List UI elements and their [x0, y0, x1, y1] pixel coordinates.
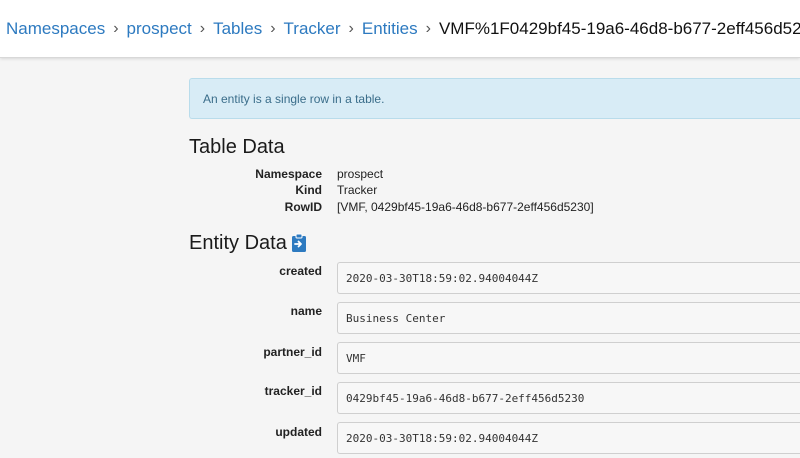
breadcrumb-link-namespaces[interactable]: Namespaces: [6, 19, 105, 39]
field-input-name[interactable]: [337, 302, 800, 334]
breadcrumb-separator: ›: [425, 19, 431, 37]
field-label-created: created: [279, 264, 322, 278]
breadcrumb-link-entities[interactable]: Entities: [362, 19, 418, 39]
field-input-tracker-id[interactable]: [337, 382, 800, 414]
breadcrumb-current: VMF%1F0429bf45-19a6-46d8-b677-2eff456d52…: [438, 18, 800, 38]
field-input-created[interactable]: [337, 262, 800, 294]
breadcrumb-link-prospect[interactable]: prospect: [127, 19, 192, 39]
table-data-key-rowid: RowID: [284, 200, 322, 214]
breadcrumb-separator: ›: [270, 19, 276, 37]
breadcrumb: Namespaces › prospect › Tables › Tracker…: [0, 0, 800, 58]
entity-data-heading: Entity Data: [189, 232, 287, 254]
breadcrumb-separator: ›: [348, 19, 354, 37]
table-data-key-kind: Kind: [295, 183, 322, 197]
field-label-updated: updated: [275, 425, 322, 439]
table-data-heading: Table Data: [189, 136, 285, 158]
field-label-name: name: [290, 304, 322, 318]
table-data-key-namespace: Namespace: [255, 167, 322, 181]
breadcrumb-separator: ›: [113, 19, 119, 37]
breadcrumb-link-tables[interactable]: Tables: [213, 19, 262, 39]
field-input-partner-id[interactable]: [337, 342, 800, 374]
field-input-updated[interactable]: [337, 422, 800, 454]
field-label-tracker-id: tracker_id: [264, 384, 322, 398]
field-label-partner-id: partner_id: [263, 345, 322, 359]
table-data-value-namespace: prospect: [337, 167, 384, 181]
table-data-value-rowid: [VMF, 0429bf45-19a6-46d8-b677-2eff456d52…: [337, 200, 594, 214]
clipboard-paste-icon[interactable]: [290, 233, 308, 253]
breadcrumb-separator: ›: [199, 19, 206, 37]
breadcrumb-link-tracker[interactable]: Tracker: [284, 19, 341, 39]
info-alert: An entity is a single row in a table.: [189, 78, 800, 119]
table-data-value-kind: Tracker: [337, 183, 378, 197]
